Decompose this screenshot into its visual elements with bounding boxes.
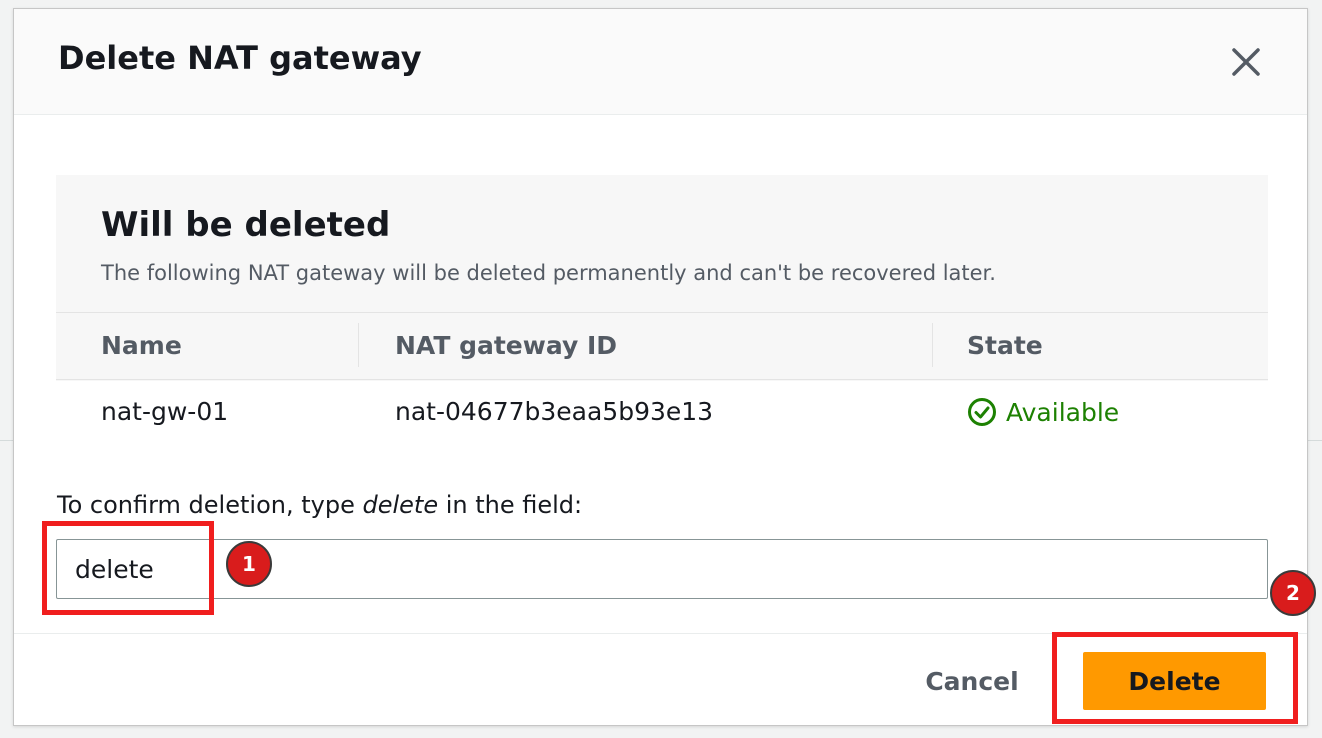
- close-icon: [1232, 48, 1260, 76]
- status-label: Available: [1006, 397, 1120, 427]
- modal-header: Delete NAT gateway: [14, 9, 1307, 115]
- delete-nat-gateway-modal: Delete NAT gateway Will be deleted The f…: [13, 8, 1308, 726]
- modal-title: Delete NAT gateway: [58, 39, 422, 77]
- confirm-instruction-prefix: To confirm deletion, type: [57, 491, 363, 519]
- table-header: Name NAT gateway ID State: [56, 312, 1268, 380]
- cell-name: nat-gw-01: [101, 397, 229, 426]
- column-divider: [932, 323, 933, 367]
- column-header-nat-gateway-id: NAT gateway ID: [395, 331, 618, 360]
- status-badge: Available: [966, 395, 1119, 429]
- panel-title: Will be deleted: [101, 205, 391, 245]
- check-circle-icon: [968, 398, 996, 426]
- panel-description: The following NAT gateway will be delete…: [101, 261, 996, 285]
- step-2-badge: 2: [1270, 570, 1316, 616]
- confirm-keyword: delete: [362, 491, 439, 519]
- cancel-button[interactable]: Cancel: [907, 652, 1037, 710]
- cell-nat-gateway-id: nat-04677b3eaa5b93e13: [395, 397, 714, 426]
- column-divider: [358, 323, 359, 367]
- confirm-instruction-suffix: in the field:: [438, 491, 583, 519]
- step-1-badge: 1: [226, 541, 272, 587]
- column-header-name: Name: [101, 331, 182, 360]
- delete-button[interactable]: Delete: [1083, 652, 1266, 710]
- will-be-deleted-panel: Will be deleted The following NAT gatewa…: [56, 175, 1268, 381]
- footer-divider: [14, 633, 1307, 634]
- column-header-state: State: [967, 331, 1043, 360]
- close-button[interactable]: [1226, 42, 1266, 82]
- confirm-instruction: To confirm deletion, type delete in the …: [57, 491, 582, 519]
